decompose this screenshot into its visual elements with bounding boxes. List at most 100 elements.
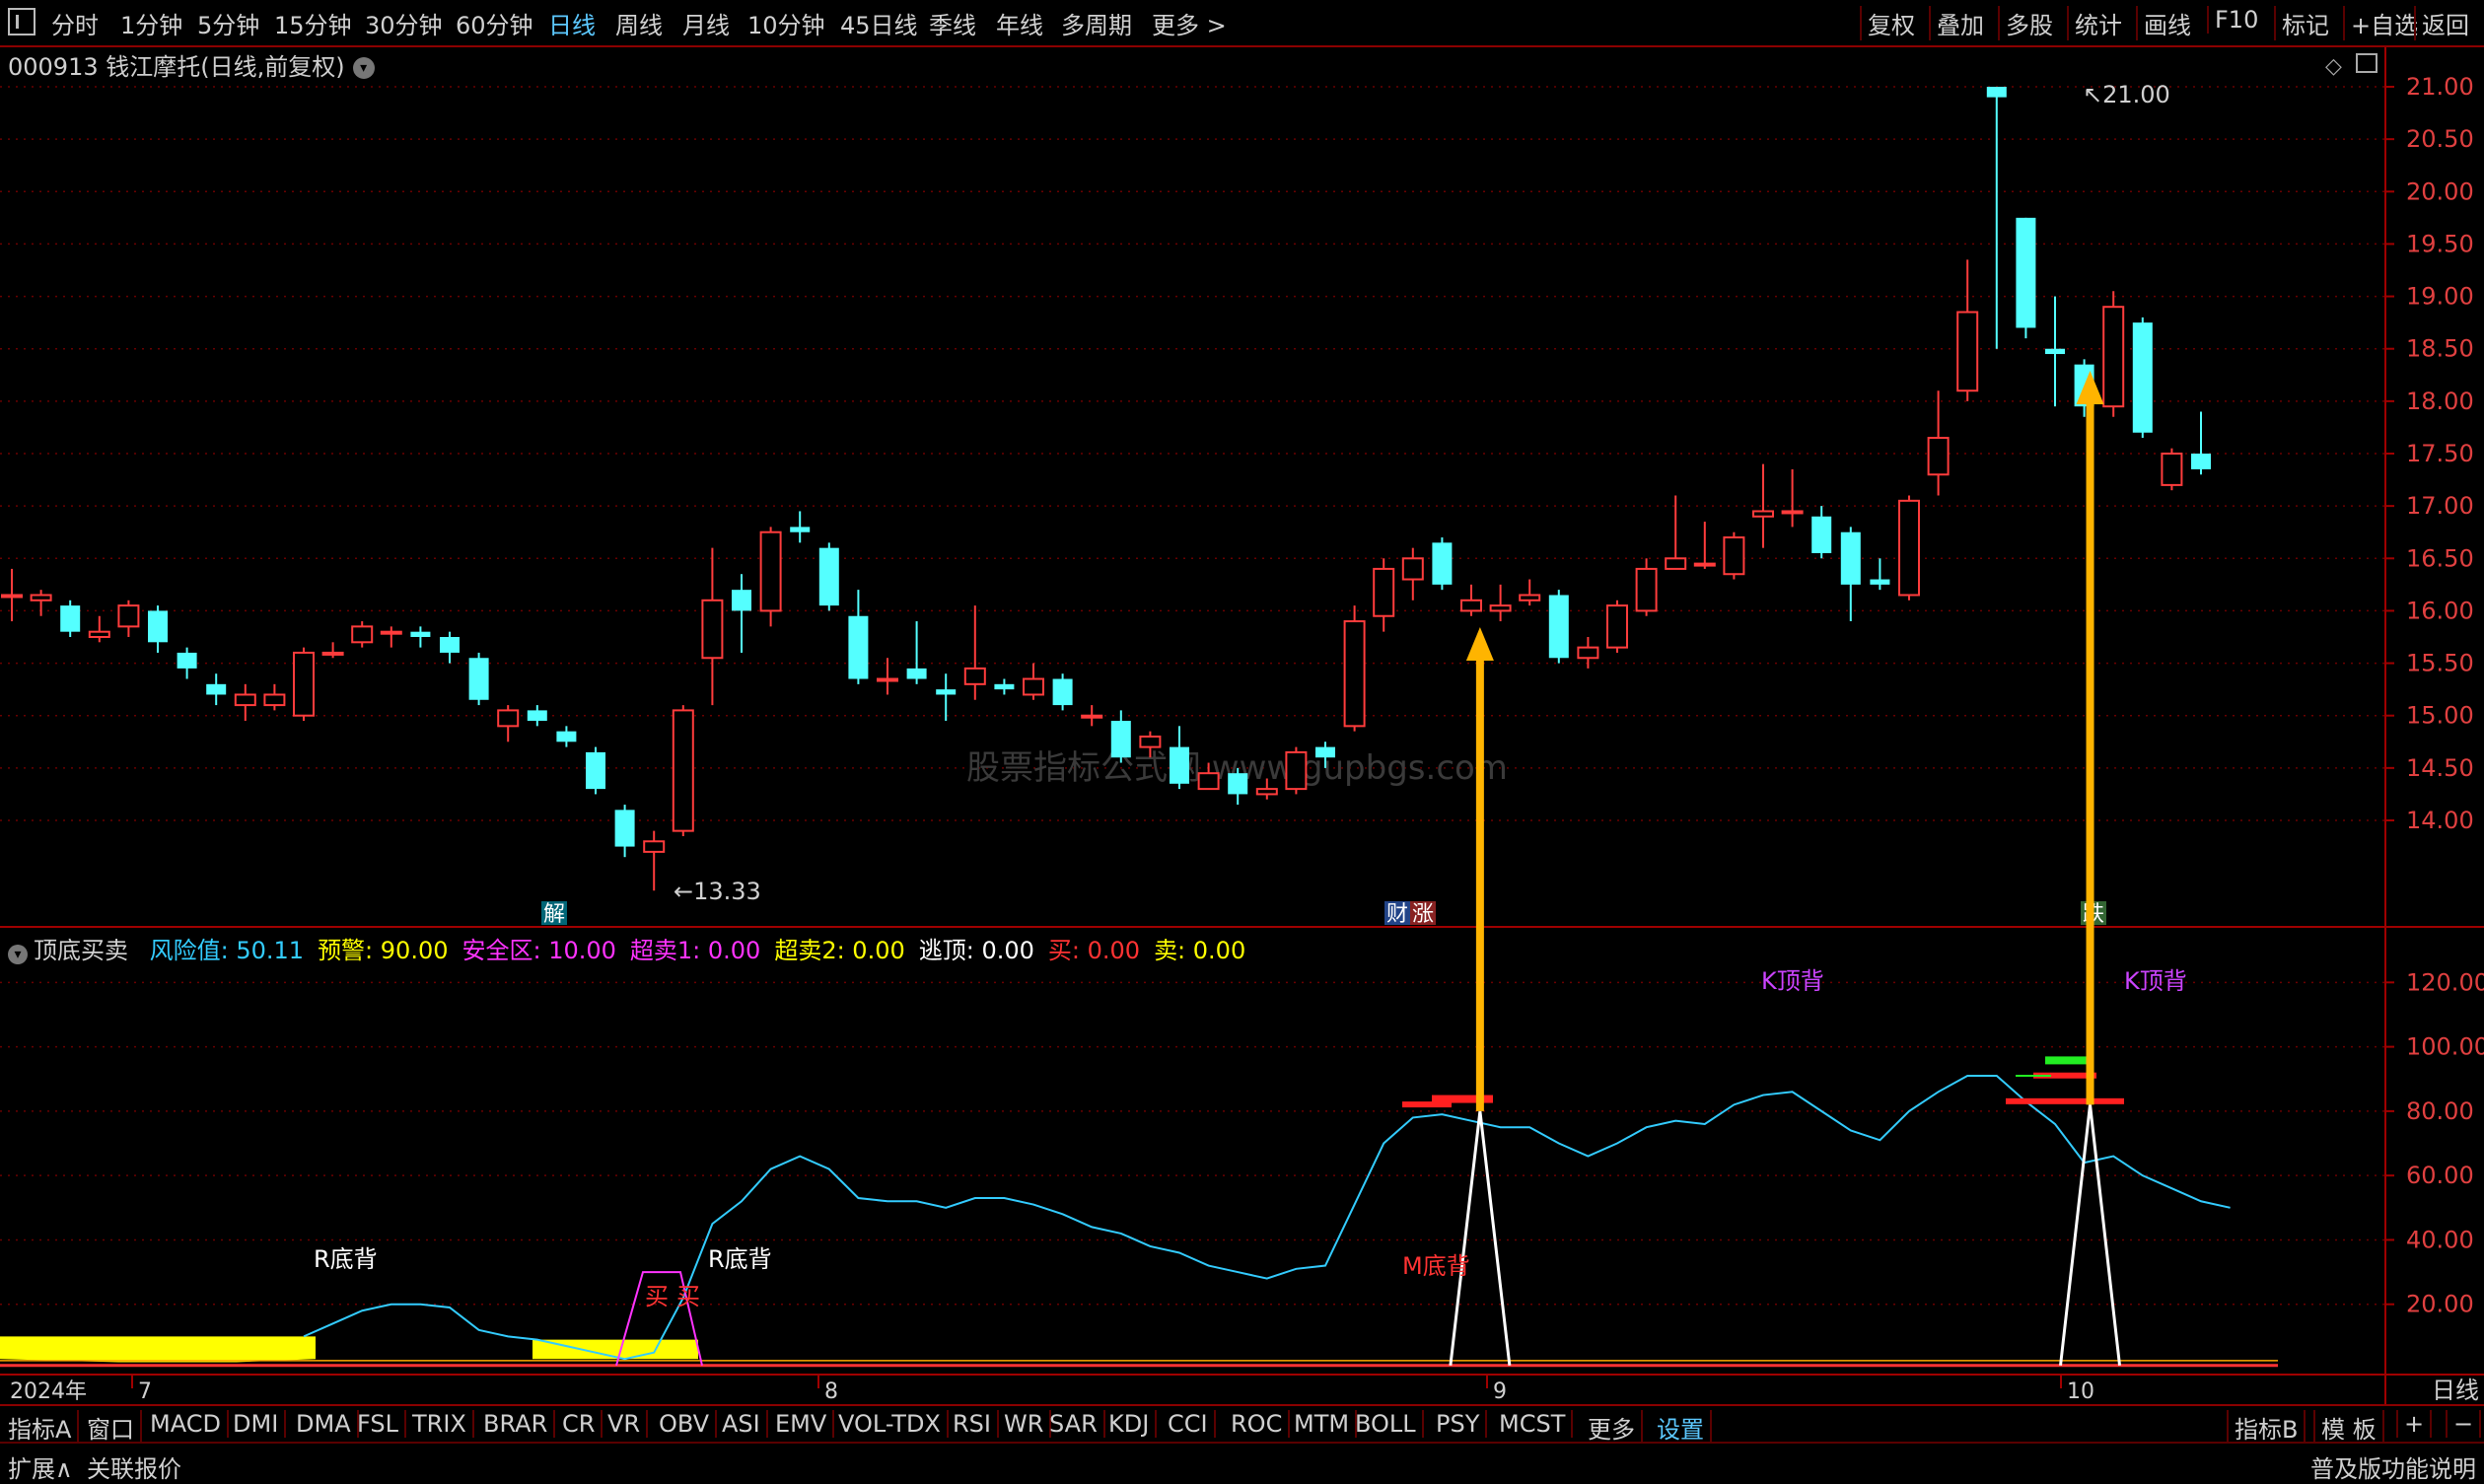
candle-body[interactable] bbox=[1519, 594, 1541, 601]
candle-body[interactable] bbox=[1081, 714, 1103, 719]
indicator-right-button-0[interactable]: 指标B bbox=[2227, 1410, 2307, 1445]
candle-body[interactable] bbox=[2191, 454, 2211, 469]
candle-body[interactable] bbox=[877, 677, 898, 682]
candle-body[interactable] bbox=[1197, 772, 1220, 791]
indicator-tab-18[interactable]: CCI bbox=[1168, 1410, 1216, 1438]
indicator-tab-20[interactable]: MTM bbox=[1294, 1410, 1358, 1438]
candle-body[interactable] bbox=[1577, 646, 1599, 660]
candle-body[interactable] bbox=[818, 547, 839, 606]
candle-body[interactable] bbox=[1870, 579, 1890, 585]
candle-body[interactable] bbox=[2102, 306, 2125, 408]
candle-body[interactable] bbox=[1811, 516, 1832, 553]
candle-body[interactable] bbox=[1489, 604, 1512, 612]
candle-body[interactable] bbox=[994, 683, 1015, 690]
candle-body[interactable] bbox=[1752, 510, 1774, 518]
indicator-tab-8[interactable]: CR bbox=[562, 1410, 603, 1438]
candle-body[interactable] bbox=[468, 658, 489, 700]
candle-body[interactable] bbox=[293, 651, 315, 717]
candle-body[interactable] bbox=[1, 594, 23, 599]
panel-toggle-icon[interactable] bbox=[2356, 53, 2378, 73]
candle-body[interactable] bbox=[1986, 87, 2007, 98]
indicator-tab-15[interactable]: WR bbox=[1004, 1410, 1052, 1438]
candle-body[interactable] bbox=[1432, 542, 1453, 585]
candle-body[interactable] bbox=[790, 527, 811, 532]
candle-body[interactable] bbox=[963, 667, 986, 685]
indicator-tab-24[interactable]: 更多 bbox=[1588, 1410, 1643, 1445]
candle-body[interactable] bbox=[848, 615, 869, 679]
indicator-tab-11[interactable]: ASI bbox=[722, 1410, 768, 1438]
candle-body[interactable] bbox=[60, 605, 81, 632]
candle-body[interactable] bbox=[1693, 562, 1716, 567]
candle-body[interactable] bbox=[1898, 499, 1920, 597]
candle-body[interactable] bbox=[1635, 567, 1658, 612]
candle-body[interactable] bbox=[936, 689, 957, 695]
candle-body[interactable] bbox=[527, 710, 547, 722]
diamond-icon[interactable]: ◇ bbox=[2325, 54, 2342, 79]
candle-body[interactable] bbox=[206, 683, 227, 695]
indicator-tab-17[interactable]: KDJ bbox=[1108, 1410, 1158, 1438]
indicator-tab-5[interactable]: FSL bbox=[357, 1410, 406, 1438]
candle-body[interactable] bbox=[88, 630, 110, 639]
candle-body[interactable] bbox=[148, 610, 168, 643]
candle-body[interactable] bbox=[2016, 217, 2036, 328]
candle-body[interactable] bbox=[2132, 322, 2153, 433]
candle-body[interactable] bbox=[1255, 788, 1278, 796]
candle-body[interactable] bbox=[1927, 437, 1950, 476]
candle-body[interactable] bbox=[117, 604, 140, 628]
indicator-tab-14[interactable]: RSI bbox=[953, 1410, 999, 1438]
candle-body[interactable] bbox=[1373, 567, 1395, 617]
candle-body[interactable] bbox=[1228, 773, 1248, 795]
candle-body[interactable] bbox=[732, 590, 751, 611]
candle-body[interactable] bbox=[1723, 536, 1745, 576]
candle-body[interactable] bbox=[1460, 599, 1482, 612]
expand-button[interactable]: 扩展∧ bbox=[8, 1449, 73, 1484]
indicator-tab-2[interactable]: MACD bbox=[150, 1410, 229, 1438]
candle-body[interactable] bbox=[1023, 677, 1044, 696]
candle-body[interactable] bbox=[1401, 557, 1424, 581]
indicator-tab-13[interactable]: VOL-TDX bbox=[838, 1410, 949, 1438]
candle-body[interactable] bbox=[234, 693, 256, 707]
candle-body[interactable] bbox=[1781, 510, 1804, 515]
candle-body[interactable] bbox=[586, 751, 605, 790]
candle-body[interactable] bbox=[556, 731, 577, 742]
candle-body[interactable] bbox=[1840, 531, 1861, 585]
candle-body[interactable] bbox=[906, 668, 927, 679]
candle-body[interactable] bbox=[643, 840, 666, 853]
candle-body[interactable] bbox=[440, 637, 460, 653]
edition-info-link[interactable]: 普及版功能说明 bbox=[2310, 1449, 2476, 1484]
candle-body[interactable] bbox=[1606, 604, 1628, 649]
candle-body[interactable] bbox=[1956, 311, 1979, 392]
candle-body[interactable] bbox=[380, 630, 402, 635]
candle-body[interactable] bbox=[321, 651, 344, 656]
candle-body[interactable] bbox=[2161, 453, 2183, 486]
indicator-right-button-3[interactable]: − bbox=[2446, 1410, 2482, 1438]
candle-body[interactable] bbox=[701, 599, 724, 660]
candle-body[interactable] bbox=[1343, 620, 1366, 728]
indicator-tab-10[interactable]: OBV bbox=[659, 1410, 718, 1438]
candle-body[interactable] bbox=[1285, 750, 1308, 791]
indicator-tab-19[interactable]: ROC bbox=[1231, 1410, 1291, 1438]
candle-body[interactable] bbox=[2045, 348, 2065, 355]
indicator-tab-0[interactable]: 指标A bbox=[8, 1410, 80, 1445]
candle-body[interactable] bbox=[177, 652, 197, 669]
candle-body[interactable] bbox=[614, 810, 635, 847]
indicator-tab-4[interactable]: DMA bbox=[296, 1410, 359, 1438]
indicator-right-button-2[interactable]: + bbox=[2396, 1410, 2433, 1438]
indicator-tab-22[interactable]: PSY bbox=[1436, 1410, 1488, 1438]
indicator-tab-7[interactable]: BRAR bbox=[483, 1410, 556, 1438]
linked-quote-button[interactable]: 关联报价 bbox=[87, 1449, 181, 1484]
indicator-tab-1[interactable]: 窗口 bbox=[87, 1410, 142, 1445]
candle-body[interactable] bbox=[1315, 746, 1335, 758]
indicator-tab-6[interactable]: TRIX bbox=[412, 1410, 474, 1438]
candle-body[interactable] bbox=[1139, 735, 1162, 748]
candle-body[interactable] bbox=[759, 530, 782, 612]
candle-body[interactable] bbox=[1665, 557, 1687, 570]
candle-body[interactable] bbox=[672, 709, 694, 832]
indicator-tab-25[interactable]: 设置 bbox=[1657, 1410, 1712, 1445]
indicator-tab-16[interactable]: SAR bbox=[1049, 1410, 1105, 1438]
indicator-tab-9[interactable]: VR bbox=[607, 1410, 649, 1438]
candle-body[interactable] bbox=[263, 693, 286, 707]
chevron-down-icon[interactable]: ▾ bbox=[8, 945, 28, 964]
candle-body[interactable] bbox=[1052, 678, 1073, 706]
indicator-tab-23[interactable]: MCST bbox=[1499, 1410, 1574, 1438]
